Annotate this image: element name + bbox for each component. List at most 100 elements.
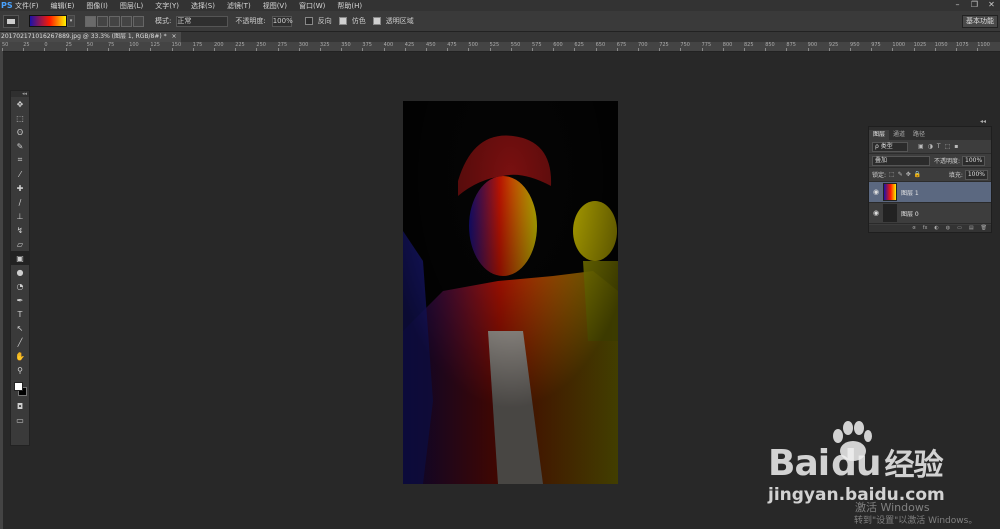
menu-type[interactable]: 文字(Y)	[155, 1, 179, 11]
document-tab[interactable]: 201702171016267889.jpg @ 33.3% (图层 1, RG…	[0, 32, 181, 42]
group-icon[interactable]: ▭	[957, 225, 962, 232]
ruler-label: 450	[426, 42, 436, 48]
quick-mask-icon[interactable]: ◘	[11, 399, 29, 413]
gradient-picker[interactable]	[29, 15, 67, 27]
menu-select[interactable]: 选择(S)	[191, 1, 215, 11]
tab-paths[interactable]: 路径	[909, 130, 929, 140]
ruler-tick	[214, 48, 215, 51]
type-icon[interactable]: T	[11, 307, 29, 321]
close-button[interactable]: ✕	[983, 0, 1000, 9]
horizontal-ruler: 50 25 0 25 50 75 100 125 150 175 200 225 250 275 300 32…	[0, 42, 1000, 52]
transparency-checkbox[interactable]: 透明区域	[372, 16, 417, 26]
layer-row-0[interactable]: ◉ 图层 0	[869, 203, 991, 224]
lasso-icon[interactable]: ʘ	[11, 125, 29, 139]
zoom-icon[interactable]: ⚲	[11, 363, 29, 377]
minimize-button[interactable]: –	[949, 0, 966, 9]
radial-gradient-button[interactable]	[97, 15, 108, 27]
menu-image[interactable]: 图像(I)	[86, 1, 108, 11]
path-select-icon[interactable]: ↖	[11, 321, 29, 335]
tab-layers[interactable]: 图层	[869, 130, 890, 140]
eye-icon[interactable]: ◉	[869, 188, 883, 196]
foreground-color-swatch[interactable]	[14, 382, 23, 391]
crop-icon[interactable]: ⌗	[11, 153, 29, 167]
tool-preset-picker[interactable]	[3, 14, 19, 28]
healing-icon[interactable]: ✚	[11, 181, 29, 195]
ruler-label: 1025	[913, 42, 927, 48]
blend-mode-select[interactable]: 叠加	[872, 155, 930, 166]
restore-button[interactable]: ❐	[966, 0, 983, 9]
ruler-tick	[426, 48, 427, 51]
ruler-label: 1075	[956, 42, 969, 48]
line-icon[interactable]: ╱	[11, 335, 29, 349]
quick-select-icon[interactable]: ✎	[11, 139, 29, 153]
ruler-tick	[341, 48, 343, 51]
adjustment-icon[interactable]: ◍	[946, 225, 950, 232]
reflected-gradient-button[interactable]	[121, 15, 132, 27]
ruler-tick	[383, 48, 385, 51]
ruler-label: 675	[616, 42, 627, 48]
panel-collapse-icon[interactable]: ◂◂	[980, 118, 986, 125]
workspace-switcher[interactable]: 基本功能	[962, 15, 998, 28]
link-layers-icon[interactable]: ɞ	[912, 225, 915, 232]
tab-channels[interactable]: 通道	[889, 130, 909, 140]
menu-help[interactable]: 帮助(H)	[337, 1, 362, 11]
ruler-tick	[616, 48, 618, 51]
menu-edit[interactable]: 编辑(E)	[51, 1, 75, 11]
dither-checkbox[interactable]: 仿色	[338, 16, 369, 26]
layer-thumbnail	[883, 204, 897, 222]
fx-icon[interactable]: fx	[923, 225, 928, 232]
lock-icons[interactable]: ⬚✎✥🔒	[889, 171, 924, 178]
diamond-gradient-button[interactable]	[133, 15, 144, 27]
angle-gradient-button[interactable]	[109, 15, 120, 27]
gradient-dropdown-icon[interactable]: ▾	[67, 15, 75, 27]
layer-opacity-input[interactable]: 100%	[962, 155, 986, 166]
eyedropper-icon[interactable]: ⁄	[11, 167, 29, 181]
screen-mode-icon[interactable]: ▭	[11, 413, 29, 427]
layer-filter-select[interactable]: ρ 类型	[872, 141, 908, 152]
menu-view[interactable]: 视图(V)	[263, 1, 287, 11]
menu-filter[interactable]: 滤镜(T)	[227, 1, 251, 11]
move-icon[interactable]: ✥	[11, 97, 29, 111]
ruler-label: 800	[722, 42, 733, 48]
layer-filter-icons[interactable]: ▣◑T⬚▪	[918, 143, 962, 150]
gradient-icon[interactable]: ▣	[11, 251, 29, 265]
brush-icon[interactable]: ∕	[11, 195, 29, 209]
ruler-label: 875	[786, 42, 796, 48]
blur-icon[interactable]: ●	[11, 265, 29, 279]
ruler-label: 700	[638, 42, 648, 48]
layer-thumbnail	[883, 183, 897, 201]
fill-input[interactable]: 100%	[964, 169, 988, 180]
trash-icon[interactable]: 🗑	[981, 225, 987, 232]
hand-icon[interactable]: ✋	[11, 349, 29, 363]
stamp-icon[interactable]: ⊥	[11, 209, 29, 223]
menu-bar: PS 文件(F) 编辑(E) 图像(I) 图层(L) 文字(Y) 选择(S) 滤…	[0, 0, 1000, 11]
mask-icon[interactable]: ◐	[934, 225, 938, 232]
image-canvas[interactable]	[403, 101, 618, 484]
ruler-label: 550	[510, 42, 521, 48]
ruler-tick	[468, 48, 470, 51]
ruler-label: 150	[171, 42, 182, 48]
history-brush-icon[interactable]: ↯	[11, 223, 29, 237]
menu-window[interactable]: 窗口(W)	[299, 1, 325, 11]
layer-row-1[interactable]: ◉ 图层 1	[869, 182, 991, 203]
eraser-icon[interactable]: ▱	[11, 237, 29, 251]
new-layer-icon[interactable]: ▤	[969, 225, 974, 232]
ruler-tick	[574, 48, 576, 51]
activation-subtitle: 转到"设置"以激活 Windows。	[854, 516, 978, 526]
ruler-tick	[235, 48, 237, 51]
ruler-label: 900	[807, 42, 818, 48]
ruler-tick	[277, 48, 279, 51]
linear-gradient-button[interactable]	[85, 15, 96, 27]
opacity-input[interactable]: 100%	[271, 15, 293, 27]
pen-icon[interactable]: ✒	[11, 293, 29, 307]
tab-close-icon[interactable]: ×	[172, 33, 177, 40]
marquee-icon[interactable]: ⬚	[11, 111, 29, 125]
menu-file[interactable]: 文件(F)	[15, 1, 39, 11]
layer-opacity-label: 不透明度:	[934, 158, 961, 165]
eye-icon[interactable]: ◉	[869, 209, 883, 217]
menu-layer[interactable]: 图层(L)	[120, 1, 143, 11]
ruler-tick	[86, 48, 88, 51]
reverse-checkbox[interactable]: 反向	[304, 16, 335, 26]
mode-select[interactable]: 正常	[176, 15, 229, 27]
dodge-icon[interactable]: ◔	[11, 279, 29, 293]
